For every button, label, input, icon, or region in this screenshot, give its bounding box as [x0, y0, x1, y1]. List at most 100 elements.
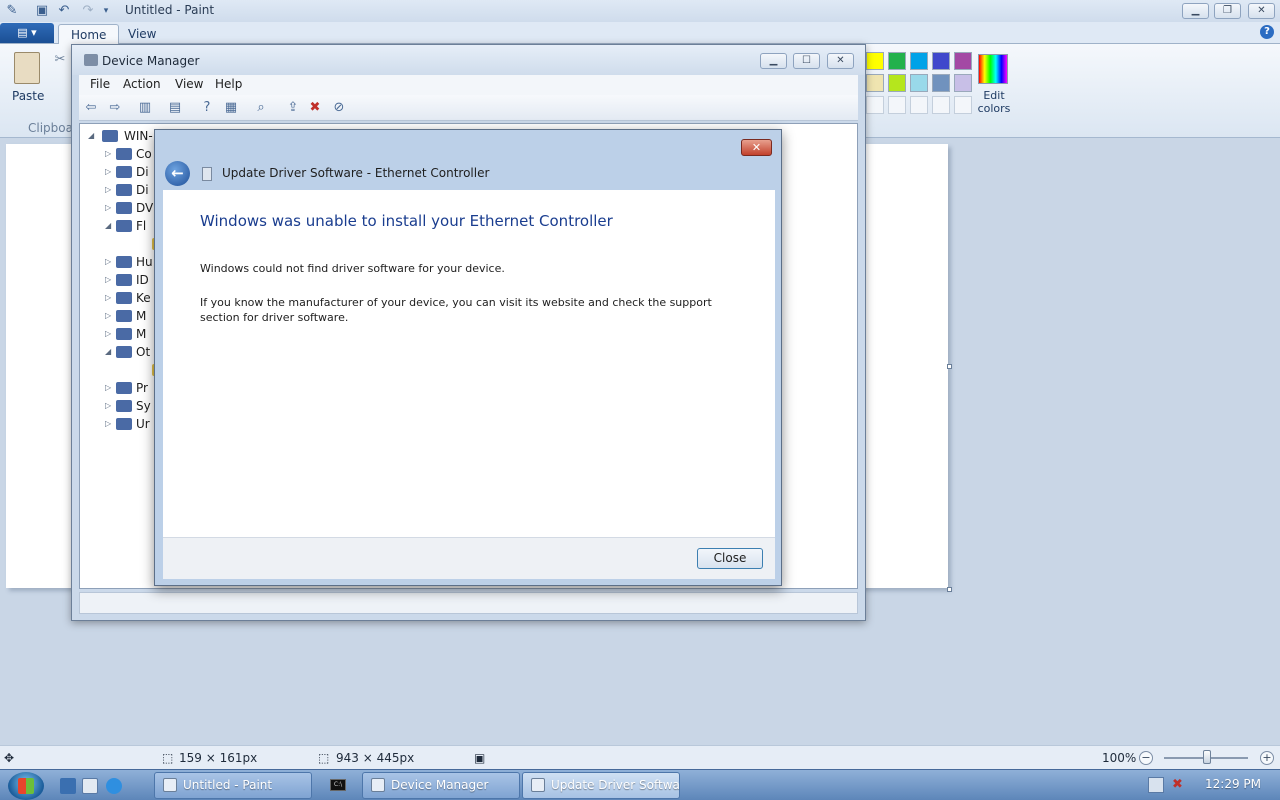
zoom-out-button[interactable]: − — [1139, 751, 1153, 765]
dm-maximize-button[interactable]: ☐ — [793, 53, 820, 69]
custom-color-slot[interactable] — [866, 96, 884, 114]
clock[interactable]: 12:29 PM — [1205, 777, 1261, 791]
custom-color-slot[interactable] — [932, 96, 950, 114]
tree-item[interactable]: Ur — [136, 415, 150, 433]
minimize-button[interactable]: ▁ — [1182, 3, 1209, 19]
tree-expander[interactable]: ◢ — [105, 217, 113, 235]
show-desktop-icon[interactable] — [60, 778, 76, 794]
update-driver-icon[interactable]: ⇪ — [285, 100, 301, 116]
tree-item[interactable]: Di — [136, 181, 149, 199]
tree-expander[interactable]: ▷ — [105, 307, 113, 325]
custom-color-slot[interactable] — [954, 96, 972, 114]
uninstall-icon[interactable]: ✖ — [307, 100, 323, 116]
show-hide-console-tree-icon[interactable]: ▥ — [137, 100, 153, 116]
tab-home[interactable]: Home — [58, 24, 120, 45]
color-swatch[interactable] — [888, 52, 906, 70]
tree-item[interactable]: Pr — [136, 379, 148, 397]
tree-expander[interactable]: ◢ — [105, 343, 113, 361]
dm-minimize-button[interactable]: ▁ — [760, 53, 787, 69]
tree-expander[interactable]: ▷ — [105, 163, 113, 181]
back-arrow-icon[interactable]: ⇦ — [83, 100, 99, 116]
tree-item[interactable]: M — [136, 307, 146, 325]
explorer-icon[interactable] — [82, 778, 98, 794]
color-swatch[interactable] — [954, 52, 972, 70]
color-swatch[interactable] — [888, 74, 906, 92]
help-topics-icon[interactable]: ? — [199, 100, 215, 116]
device-category-icon — [116, 418, 132, 430]
tree-item[interactable]: M — [136, 325, 146, 343]
canvas-resize-handle-right[interactable] — [947, 364, 952, 369]
tree-expander[interactable]: ▷ — [105, 289, 113, 307]
tree-item[interactable]: Co — [136, 145, 152, 163]
tree-expander[interactable]: ▷ — [105, 379, 113, 397]
taskbar-paint-button[interactable]: Untitled - Paint — [154, 772, 312, 799]
restore-button[interactable]: ❐ — [1214, 3, 1241, 19]
tree-root-expander[interactable]: ◢ — [88, 127, 96, 145]
paste-icon[interactable] — [14, 52, 40, 84]
undo-icon[interactable]: ↶ — [56, 3, 72, 19]
tree-expander[interactable]: ▷ — [105, 397, 113, 415]
color-swatch[interactable] — [866, 74, 884, 92]
tree-item[interactable]: Ke — [136, 289, 151, 307]
canvas-resize-handle-corner[interactable] — [947, 587, 952, 592]
help-icon[interactable]: ? — [1260, 25, 1274, 39]
start-button[interactable] — [8, 772, 44, 800]
tree-item[interactable]: ID — [136, 271, 149, 289]
properties-icon[interactable]: ▤ — [167, 100, 183, 116]
cut-icon[interactable]: ✂ — [52, 52, 68, 68]
tree-expander[interactable]: ▷ — [105, 415, 113, 433]
scan-hardware-icon[interactable]: ⌕ — [253, 100, 269, 116]
redo-icon[interactable]: ↷ — [80, 3, 96, 19]
zoom-slider-thumb[interactable] — [1203, 750, 1211, 764]
disable-device-icon[interactable]: ⊘ — [331, 100, 347, 116]
custom-color-slot[interactable] — [888, 96, 906, 114]
close-button[interactable]: ✕ — [1248, 3, 1275, 19]
tree-item[interactable]: Ot — [136, 343, 150, 361]
internet-explorer-icon[interactable] — [106, 778, 122, 794]
back-button[interactable]: ← — [165, 161, 190, 186]
color-swatch[interactable] — [910, 74, 928, 92]
paste-button-label[interactable]: Paste — [12, 89, 44, 103]
tree-expander[interactable]: ▷ — [105, 145, 113, 163]
network-icon[interactable] — [1148, 777, 1164, 793]
device-manager-menubar: File Action View Help — [79, 75, 858, 95]
tree-expander[interactable]: ▷ — [105, 181, 113, 199]
close-button[interactable]: Close — [697, 548, 763, 569]
color-swatch[interactable] — [932, 74, 950, 92]
custom-color-slot[interactable] — [910, 96, 928, 114]
tree-expander[interactable]: ▷ — [105, 325, 113, 343]
zoom-in-button[interactable]: + — [1260, 751, 1274, 765]
color-swatch[interactable] — [954, 74, 972, 92]
paint-menu-button[interactable]: ▤ ▾ — [0, 23, 54, 43]
taskbar-update-driver-button[interactable]: Update Driver Softwa... — [522, 772, 680, 799]
tree-item[interactable]: Sy — [136, 397, 151, 415]
menu-help[interactable]: Help — [215, 77, 242, 91]
tree-expander[interactable]: ▷ — [105, 271, 113, 289]
menu-view[interactable]: View — [175, 77, 203, 91]
show-action-pane-icon[interactable]: ▦ — [223, 100, 239, 116]
tree-item[interactable]: DV — [136, 199, 153, 217]
edit-colors-icon[interactable] — [978, 54, 1008, 84]
customize-qat-icon[interactable]: ▾ — [98, 3, 114, 19]
tree-expander[interactable]: ▷ — [105, 253, 113, 271]
selection-size-icon: ⬚ — [162, 751, 174, 765]
forward-arrow-icon[interactable]: ⇨ — [107, 100, 123, 116]
volume-muted-icon[interactable]: ✖ — [1172, 777, 1188, 793]
tab-view[interactable]: View — [116, 24, 168, 45]
menu-action[interactable]: Action — [123, 77, 161, 91]
tree-item[interactable]: Di — [136, 163, 149, 181]
edit-colors-label[interactable]: Edit colors — [976, 89, 1012, 115]
tree-expander[interactable]: ▷ — [105, 199, 113, 217]
color-swatch[interactable] — [866, 52, 884, 70]
taskbar-device-manager-button[interactable]: Device Manager — [362, 772, 520, 799]
tree-item[interactable]: Hu — [136, 253, 153, 271]
color-swatch[interactable] — [932, 52, 950, 70]
menu-file[interactable]: File — [90, 77, 110, 91]
dm-close-button[interactable]: ✕ — [827, 53, 854, 69]
command-prompt-icon[interactable]: C:\ — [330, 779, 346, 791]
tree-item[interactable]: Fl — [136, 217, 146, 235]
save-icon[interactable]: ▣ — [34, 3, 50, 19]
color-swatch[interactable] — [910, 52, 928, 70]
dialog-close-x-button[interactable]: ✕ — [741, 139, 772, 156]
tree-root-computer[interactable]: WIN- — [124, 127, 153, 145]
